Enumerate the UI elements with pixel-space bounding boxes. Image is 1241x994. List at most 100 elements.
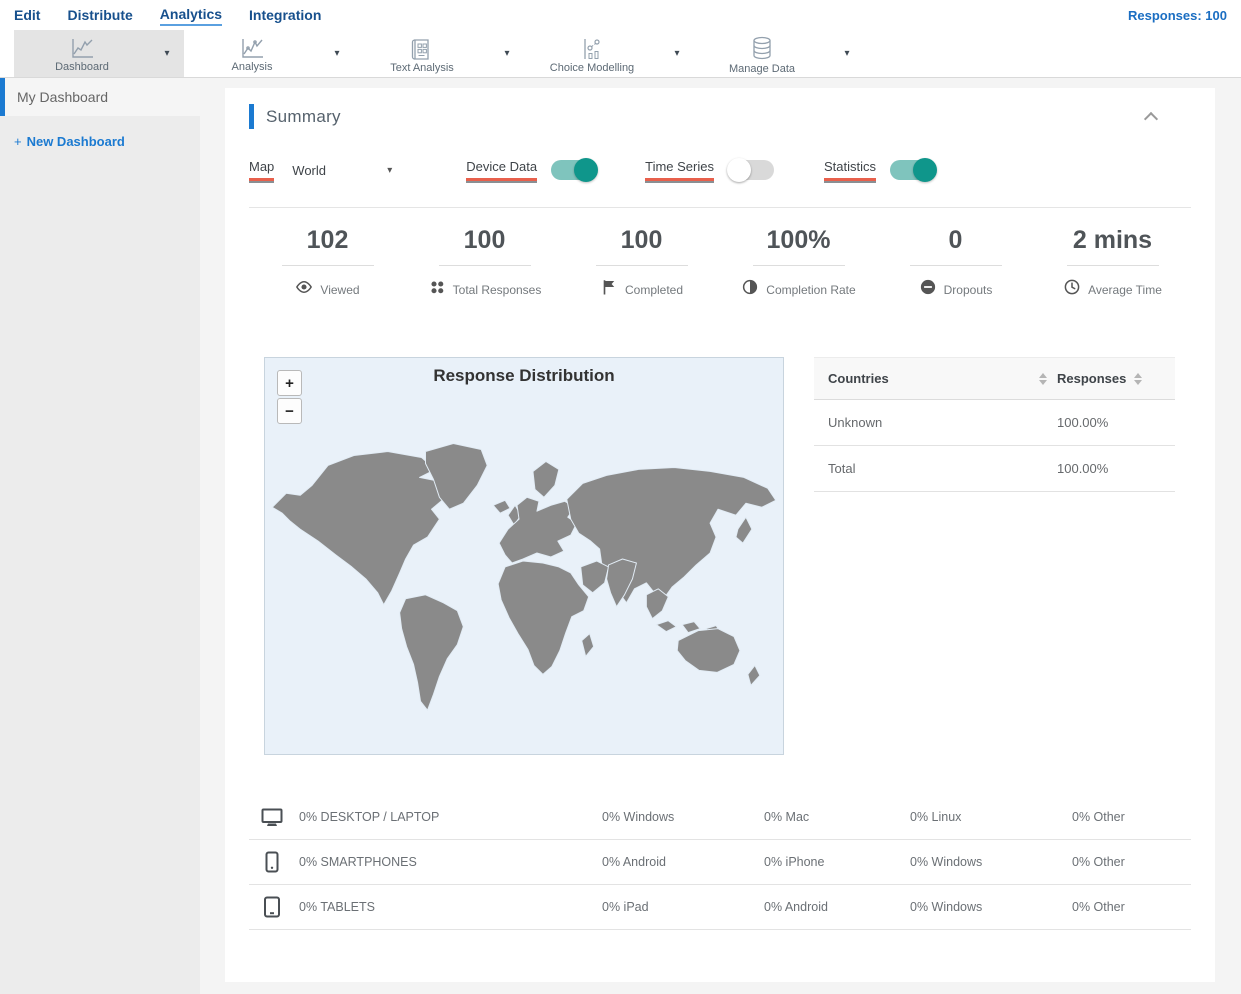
eye-icon [295,278,313,301]
chevron-down-icon[interactable]: ▾ [490,48,524,59]
stat-value: 100 [463,226,506,254]
table-row: Unknown 100.00% [814,400,1175,446]
device-stat: 0% Android [602,855,666,869]
tablet-icon [261,896,299,918]
device-category-label: 0% TABLETS [299,900,375,914]
toggle-knob [726,158,751,182]
stat-label: Total Responses [452,282,542,297]
device-stat: 0% Other [1072,900,1125,914]
toolbar-item-label: Manage Data [728,63,796,75]
stat-value: 102 [306,226,349,254]
stat-value: 0 [948,226,963,254]
sort-icon[interactable] [1039,372,1047,385]
device-stat: 0% Other [1072,855,1125,869]
responses-header-label: Responses [1057,371,1127,386]
sort-icon[interactable] [1134,372,1143,385]
device-stat: 0% Windows [602,810,675,824]
device-data-toggle[interactable] [551,158,599,182]
responses-column-header[interactable]: Responses [1057,371,1161,386]
responses-cell: 100.00% [1057,461,1109,476]
toggle-knob [574,158,599,182]
statistics-label: Statistics [823,159,876,181]
stats-row: 102 Viewed 100 Total Responses 100 Compl… [249,226,1191,301]
stat-value: 100% [766,226,831,254]
stat-label: Dropouts [943,282,993,297]
divider [595,265,688,266]
analytics-toolbar: Dashboard ▾ Analysis ▾ Text Analysis ▾ C… [0,30,1241,78]
plus-icon: + [14,134,22,149]
nav-analytics[interactable]: Analytics [159,4,223,26]
stat-label: Average Time [1088,282,1162,297]
map-australia [676,628,741,673]
divider [1066,265,1159,266]
countries-header-label: Countries [828,371,889,386]
sidebar-item-my-dashboard[interactable]: My Dashboard [0,78,200,116]
map-north-america [271,451,444,606]
time-series-toggle[interactable] [726,158,774,182]
toolbar-item-dashboard[interactable]: Dashboard ▾ [14,30,184,77]
responses-cell: 100.00% [1057,415,1109,430]
toolbar-item-label: Dashboard [55,61,109,73]
top-nav: Edit Distribute Analytics Integration Re… [0,0,1241,30]
map-madagascar [581,633,595,657]
device-stat: 0% Windows [910,900,983,914]
smartphone-icon [261,851,299,873]
line-chart-icon [69,38,95,60]
device-stat: 0% Mac [764,810,810,824]
nav-distribute[interactable]: Distribute [67,5,132,25]
device-stat: 0% Android [764,900,828,914]
divider [752,265,845,266]
statistics-toggle[interactable] [890,158,937,182]
map-new-zealand [747,664,761,686]
collapse-section-button[interactable] [1141,108,1163,126]
stat-value: 100 [620,226,663,254]
chevron-down-icon[interactable]: ▾ [660,48,694,59]
country-cell: Total [828,461,856,476]
map-region-value: World [292,162,327,178]
table-row: 0% SMARTPHONES 0% Android 0% iPhone 0% W… [249,840,1191,885]
toolbar-item-choice-modelling[interactable]: Choice Modelling ▾ [524,30,694,77]
chevron-down-icon[interactable]: ▾ [320,48,354,59]
countries-table: Countries Responses Unknown 100.00% Tota… [814,357,1175,755]
dots-icon [428,278,446,301]
desktop-icon [261,808,299,827]
device-category-label: 0% SMARTPHONES [299,855,417,869]
map-south-america [399,594,464,711]
stat-completed: 100 Completed [563,226,720,301]
table-row: 0% DESKTOP / LAPTOP 0% Windows 0% Mac 0%… [249,795,1191,840]
map-scandinavia [532,460,560,498]
stat-total-responses: 100 Total Responses [406,226,563,301]
map-zoom-out-button[interactable]: − [277,398,302,424]
stat-completion-rate: 100% Completion Rate [720,226,877,301]
toolbar-item-label: Text Analysis [390,62,454,74]
nav-edit[interactable]: Edit [14,5,40,25]
chevron-up-icon [1143,111,1159,126]
new-dashboard-button[interactable]: + New Dashboard [0,116,200,167]
countries-column-header[interactable]: Countries [828,371,1057,386]
nav-integration[interactable]: Integration [249,5,321,25]
table-row: 0% TABLETS 0% iPad 0% Android 0% Windows… [249,885,1191,930]
map-europe [498,496,578,564]
map-zoom-in-button[interactable]: + [277,370,302,396]
toolbar-item-manage-data[interactable]: Manage Data ▾ [694,30,864,77]
device-stat: 0% iPhone [764,855,825,869]
contrast-icon [741,278,759,301]
stat-label: Viewed [320,282,360,297]
dashboard-sidebar: My Dashboard + New Dashboard [0,78,200,994]
database-icon [750,36,774,62]
flag-icon [600,278,618,301]
map-region-select[interactable]: World ▾ [292,163,392,178]
chevron-down-icon[interactable]: ▾ [150,48,184,59]
device-stat: 0% iPad [602,900,649,914]
device-category-label: 0% DESKTOP / LAPTOP [299,810,440,824]
device-stat: 0% Other [1072,810,1125,824]
countries-table-header: Countries Responses [814,357,1175,400]
toolbar-item-text-analysis[interactable]: Text Analysis ▾ [354,30,524,77]
chevron-down-icon[interactable]: ▾ [830,48,864,59]
map-title: Response Distribution [433,366,615,385]
world-map[interactable] [265,358,785,754]
line-chart-icon [239,38,265,60]
toolbar-item-analysis[interactable]: Analysis ▾ [184,30,354,77]
toolbar-item-label: Choice Modelling [549,62,635,74]
minus-circle-icon [919,278,937,301]
